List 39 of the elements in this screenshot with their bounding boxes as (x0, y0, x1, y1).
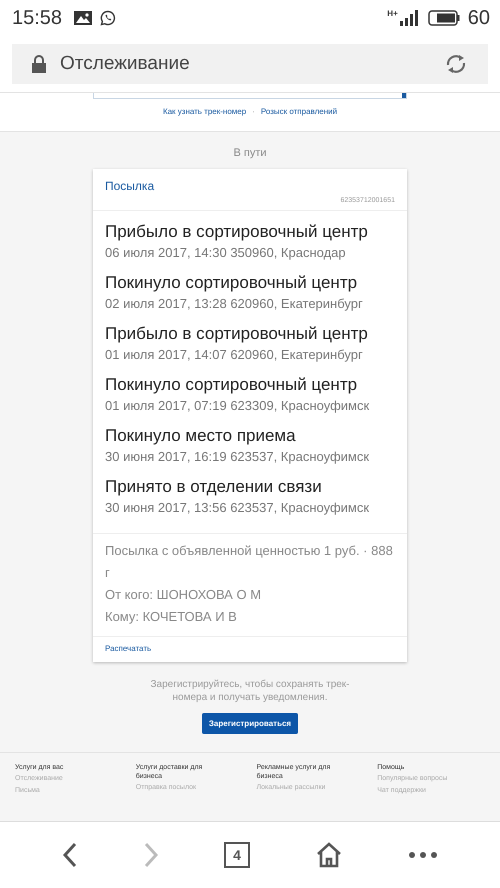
parcel-info: Кому: КОЧЕТОВА И В (105, 608, 238, 626)
register-button[interactable]: Зарегистрироваться (202, 713, 298, 734)
search-link[interactable]: Розыск отправлений (260, 107, 338, 116)
event-details: 30 июня 2017, 16:19 623537, Красноуфимск (105, 448, 370, 466)
search-field[interactable] (93, 93, 407, 99)
event-title: Покинуло сортировочный центр (105, 374, 358, 396)
parcel-info: Посылка с объявленной ценностью 1 руб. · 888 г (105, 542, 394, 582)
event-title: Покинуло сортировочный центр (105, 272, 358, 294)
link-separator: · (252, 107, 255, 116)
clock-time: 15:58 (12, 6, 62, 30)
event-details: 30 июня 2017, 13:56 623537, Красноуфимск (105, 499, 370, 517)
print-link[interactable]: Распечатать (105, 644, 152, 653)
event-title: Принято в отделении связи (105, 476, 323, 498)
address-bar[interactable]: Отслеживание (12, 44, 488, 84)
event-title: Прибыло в сортировочный центр (105, 221, 369, 243)
event-title: Прибыло в сортировочный центр (105, 323, 369, 345)
event-details: 06 июля 2017, 14:30 350960, Краснодар (105, 244, 347, 262)
signal-icon (400, 10, 420, 26)
lock-icon (32, 55, 46, 73)
phone-bubble-icon (100, 10, 116, 26)
status-heading: В пути (233, 147, 267, 159)
tabs-button[interactable]: 4 (224, 842, 250, 868)
register-prompt: Зарегистрируйтесь, чтобы сохранять трек-номера и получать уведомления. (149, 678, 351, 704)
network-type: H+ (387, 9, 398, 18)
battery-level: 60 (468, 6, 490, 30)
page-title: Отслеживание (60, 53, 190, 75)
more-icon[interactable] (408, 851, 438, 859)
event-details: 01 июля 2017, 07:19 623309, Красноуфимск (105, 397, 370, 415)
parcel-type: Посылка (105, 179, 156, 193)
event-details: 02 июля 2017, 13:28 620960, Екатеринбург (105, 295, 364, 313)
reload-icon[interactable] (444, 52, 468, 76)
event-title: Покинуло место приема (105, 425, 297, 447)
event-details: 01 июля 2017, 14:07 620960, Екатеринбург (105, 346, 364, 364)
back-icon[interactable] (62, 842, 78, 868)
home-icon[interactable] (314, 842, 343, 868)
parcel-info: От кого: ШОНОХОВА О М (105, 586, 262, 604)
image-icon (74, 11, 92, 25)
battery-icon (428, 10, 460, 26)
help-link[interactable]: Как узнать трек-номер (162, 107, 246, 116)
